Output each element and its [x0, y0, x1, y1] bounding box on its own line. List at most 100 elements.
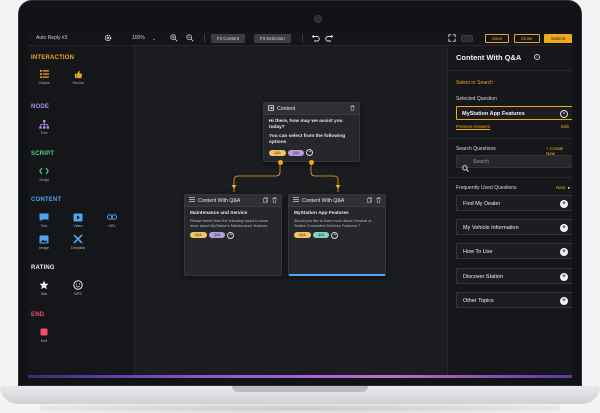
section-title-end: END [31, 312, 45, 318]
flow-title[interactable]: Auto Reply #3 [36, 35, 67, 41]
tool-label: End [40, 339, 48, 343]
gear-icon[interactable] [104, 34, 112, 42]
selected-question-value: MyStation App Features [462, 111, 525, 117]
submit-button[interactable]: Submit [544, 34, 572, 43]
tool-url[interactable]: URL [100, 212, 124, 228]
content-node[interactable]: Content Hi there, how may we assist you … [263, 102, 360, 162]
node-header: Content [264, 103, 359, 115]
tool-label: Video [73, 224, 83, 228]
image-icon [39, 234, 49, 244]
zoom-out-icon[interactable] [186, 34, 194, 44]
section-title-node: NODE [31, 104, 50, 110]
selected-question-field[interactable]: MyStation App Features × [456, 106, 572, 120]
laptop-notch [232, 386, 368, 392]
info-icon[interactable]: i [534, 54, 540, 60]
clear-icon[interactable]: × [560, 110, 568, 118]
theme-toggle[interactable] [461, 35, 473, 42]
tool-yes-no[interactable]: Yes-No [66, 69, 90, 85]
tool-nps[interactable]: NPS [66, 280, 90, 296]
add-icon[interactable]: + [306, 149, 314, 156]
redo-icon[interactable] [325, 34, 334, 44]
flow-canvas[interactable]: Content Hi there, how may we assist you … [135, 46, 447, 378]
edit-link[interactable]: Edit [561, 124, 569, 129]
trash-icon[interactable] [350, 104, 355, 113]
chevron-down-icon[interactable]: ⌄ [152, 36, 156, 42]
tool-script[interactable]: Script [32, 166, 56, 182]
app-screen: Auto Reply #3 100% ⌄ Fit Content Fit Sel… [28, 31, 572, 378]
question-label: My Vehicle Information [463, 225, 519, 231]
panel-divider [448, 138, 572, 139]
qa-pill[interactable]: Q&A [294, 232, 311, 239]
preview-answers-link[interactable]: Preview Answers [456, 124, 490, 129]
tool-deeplink[interactable]: Deeplink [66, 234, 90, 250]
top-toolbar: Auto Reply #3 100% ⌄ Fit Content Fit Sel… [28, 31, 572, 46]
selected-question-label: Selected Question [456, 96, 497, 102]
chevron-right-icon[interactable]: ▸ [568, 185, 570, 191]
tool-label: Image [39, 246, 49, 250]
zoom-in-icon[interactable] [170, 34, 178, 44]
search-input[interactable] [473, 158, 563, 166]
output-port[interactable] [278, 160, 283, 165]
question-search-box[interactable] [456, 155, 572, 172]
tool-image[interactable]: Image [32, 234, 56, 250]
node-header: Content With Q&A [289, 195, 385, 207]
add-icon[interactable]: + [560, 200, 568, 208]
add-icon[interactable]: + [560, 248, 568, 256]
add-icon[interactable]: + [560, 297, 568, 305]
node-description: Please select from the following topics … [190, 219, 269, 228]
copy-icon[interactable] [367, 196, 372, 205]
question-label: How To Use [463, 249, 493, 255]
qa-pill[interactable]: Q&A [312, 232, 330, 239]
frequent-question-item[interactable]: My Vehicle Information + [456, 219, 572, 235]
tool-star[interactable]: Star [32, 280, 56, 296]
toolbar-divider [302, 34, 303, 43]
qa-pill[interactable]: Q&A [190, 232, 207, 239]
drag-handle-icon[interactable] [189, 197, 195, 204]
undo-icon[interactable] [311, 34, 320, 44]
tool-choice[interactable]: Choice [32, 69, 56, 85]
tool-text[interactable]: Text [32, 212, 56, 228]
tool-label: Tree [40, 131, 48, 135]
fit-content-button[interactable]: Fit Content [211, 34, 246, 43]
add-icon[interactable]: + [227, 231, 235, 239]
node-title: Content [277, 105, 296, 112]
frequent-question-item[interactable]: Discover Station + [456, 268, 572, 284]
copy-icon[interactable] [263, 196, 268, 205]
qa-node-maintenance[interactable]: Content With Q&A Maintenance and Service… [184, 194, 282, 276]
qa-pill[interactable]: Q&A [287, 149, 305, 156]
qa-node-app-features[interactable]: Content With Q&A MyStation App Features … [288, 194, 386, 276]
select-or-search-link[interactable]: Select or Search [456, 80, 493, 86]
save-button[interactable]: Save [485, 34, 510, 43]
tool-end[interactable]: End [32, 327, 56, 343]
next-link[interactable]: Next [556, 185, 565, 190]
tree-icon [39, 119, 49, 129]
pills-row: Q&A Q&A + [269, 149, 354, 156]
search-questions-label: Search Questions [456, 146, 496, 152]
tool-video[interactable]: Video [66, 212, 90, 228]
prompt-text: You can select from the following option… [269, 134, 346, 145]
fit-selection-button[interactable]: Fit Selection [254, 34, 291, 43]
pills-row: Q&A Q&A + [294, 231, 380, 239]
tool-tree[interactable]: Tree [32, 119, 56, 135]
qa-pill[interactable]: Q&A [269, 149, 286, 156]
frequent-question-item[interactable]: Other Topics + [456, 292, 572, 308]
qa-pill[interactable]: Q&A [208, 232, 226, 239]
tool-label: URL [108, 224, 116, 228]
frequent-question-item[interactable]: Find My Dealer + [456, 195, 572, 211]
tool-label: Yes-No [72, 81, 84, 85]
add-icon[interactable]: + [560, 273, 568, 281]
close-button[interactable]: Close [514, 34, 540, 43]
add-icon[interactable]: + [331, 231, 339, 239]
panel-divider [448, 70, 572, 71]
frequent-question-item[interactable]: How To Use + [456, 243, 572, 259]
trash-icon[interactable] [272, 196, 277, 205]
expand-icon[interactable] [448, 34, 456, 44]
section-title-content: CONTENT [31, 197, 62, 203]
zoom-level[interactable]: 100% [132, 35, 145, 41]
toolbar-divider [204, 34, 205, 43]
drag-handle-icon[interactable] [293, 197, 299, 204]
trash-icon[interactable] [376, 196, 381, 205]
add-icon[interactable]: + [560, 224, 568, 232]
output-port[interactable] [309, 160, 314, 165]
list-icon [39, 69, 49, 79]
